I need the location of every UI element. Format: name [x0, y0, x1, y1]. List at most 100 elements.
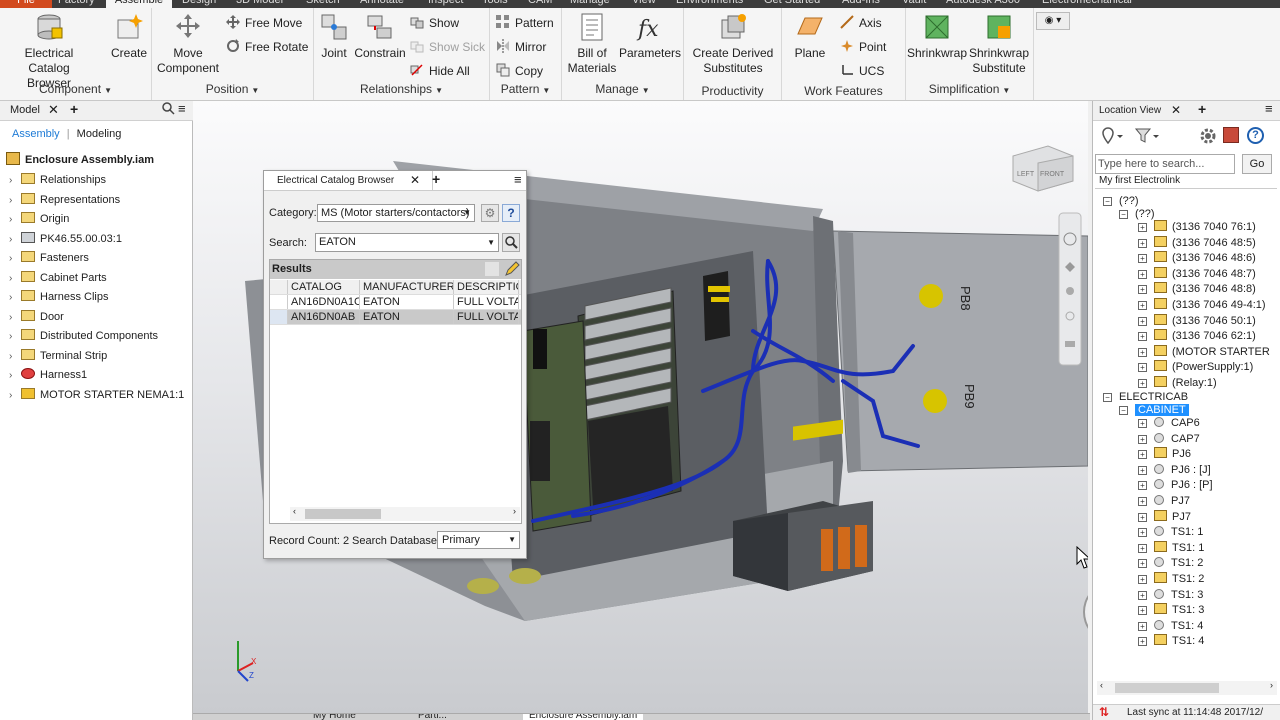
category-dropdown[interactable]: MS (Motor starters/contactors) ▼ [317, 204, 475, 222]
location-tree-item[interactable]: + TS1: 1 [1138, 540, 1204, 556]
create-component-button[interactable]: Create [108, 12, 150, 61]
model-tree-item[interactable]: › Harness Clips [0, 288, 108, 307]
electrical-catalog-browser-button[interactable]: Electrical Catalog Browser [6, 12, 92, 91]
panel-title-relationships[interactable]: Relationships ▼ [314, 81, 489, 99]
document-tab[interactable]: Enclosure Assembly.iam [523, 714, 644, 720]
ribbon-tab[interactable]: Electromechanical [1042, 0, 1132, 8]
viewcube[interactable]: LEFT FRONT [1012, 145, 1074, 192]
location-tree-item[interactable]: + CAP7 [1138, 432, 1200, 447]
search-database-select[interactable]: Primary ▼ [437, 531, 520, 549]
point-button[interactable]: Point [840, 39, 886, 55]
location-h-scrollbar[interactable]: ‹ › [1097, 680, 1277, 695]
close-icon[interactable]: ✕ [1171, 103, 1181, 117]
ribbon-tab[interactable]: View [632, 0, 656, 8]
column-header[interactable]: CATALOG [288, 280, 360, 294]
ribbon-tab[interactable]: Manage [570, 0, 610, 8]
pencil-icon[interactable] [504, 261, 520, 280]
expand-icon[interactable]: + [1138, 481, 1147, 491]
menu-icon[interactable]: ≡ [1265, 101, 1273, 116]
blank-icon[interactable] [485, 262, 499, 276]
location-pin-icon[interactable] [1101, 127, 1123, 148]
expand-icon[interactable]: + [1138, 419, 1147, 428]
table-row[interactable]: AN16DN0A1CEATONFULL VOLTAG [270, 295, 521, 310]
column-header[interactable]: DESCRIPTIO [454, 280, 519, 294]
close-icon[interactable]: ✕ [48, 102, 59, 118]
expand-icon[interactable]: › [9, 210, 17, 229]
subtab-assembly[interactable]: Assembly [12, 128, 60, 140]
location-tree-item[interactable]: + (Relay:1) [1138, 376, 1217, 391]
scroll-left-icon[interactable]: ‹ [293, 506, 296, 516]
scroll-thumb[interactable] [305, 509, 381, 519]
location-tree-item[interactable]: + (MOTOR STARTER [1138, 344, 1270, 360]
model-tree-item[interactable]: › Terminal Strip [0, 347, 107, 366]
expand-icon[interactable]: + [1138, 254, 1147, 264]
document-tab[interactable]: My Home [313, 714, 356, 720]
model-tree-item[interactable]: › Origin [0, 210, 69, 229]
joint-button[interactable]: Joint [316, 12, 352, 61]
ribbon-tab[interactable]: Factory [58, 0, 95, 8]
expand-icon[interactable]: › [9, 171, 17, 190]
expand-icon[interactable]: + [1138, 512, 1147, 522]
table-row[interactable]: AN16DN0ABEATONFULL VOLTAG [270, 310, 521, 325]
ribbon-tab[interactable]: Assemble [106, 0, 172, 8]
expand-icon[interactable]: + [1138, 528, 1147, 538]
scroll-right-icon[interactable]: › [513, 506, 516, 516]
location-tree-item[interactable]: + PJ7 [1138, 509, 1191, 525]
ribbon-tab[interactable]: Autodesk A360 [946, 0, 1020, 8]
ribbon-tab[interactable]: Sketch [306, 0, 340, 8]
zoom-icon[interactable] [1066, 287, 1074, 295]
expand-icon[interactable]: › [9, 366, 17, 385]
expand-icon[interactable]: + [1138, 379, 1147, 388]
shrinkwrap-substitute-button[interactable]: Shrinkwrap Substitute [966, 12, 1032, 76]
location-tree-item[interactable]: + TS1: 4 [1138, 634, 1204, 649]
copy-button[interactable]: Copy [496, 63, 543, 79]
subtab-modeling[interactable]: Modeling [77, 128, 122, 140]
collapse-icon[interactable]: − [1119, 406, 1128, 415]
show-button[interactable]: Show [410, 15, 459, 31]
view-face-icon[interactable] [1065, 341, 1075, 347]
location-tree-item[interactable]: + (3136 7046 48:8) [1138, 282, 1256, 297]
model-tree-item[interactable]: › Relationships [0, 171, 106, 190]
add-tab-icon[interactable]: + [70, 101, 78, 117]
ribbon-tab[interactable]: Add-Ins [842, 0, 880, 8]
ribbon-tab[interactable]: Tools [482, 0, 508, 8]
location-tree-item[interactable]: + PJ7 [1138, 494, 1190, 509]
row-selector[interactable] [270, 280, 288, 294]
expand-icon[interactable]: + [1138, 285, 1147, 295]
mirror-button[interactable]: Mirror [496, 39, 546, 55]
expand-icon[interactable]: › [9, 288, 17, 307]
bill-of-materials-button[interactable]: Bill of Materials [564, 12, 620, 76]
expand-icon[interactable]: + [1138, 590, 1147, 600]
model-tree-item[interactable]: › Harness1 [0, 366, 87, 385]
location-tree-item[interactable]: + PJ6 [1138, 447, 1191, 462]
free-move-button[interactable]: Free Move [226, 15, 302, 31]
ribbon-tab[interactable]: 3D Model [236, 0, 283, 8]
expand-icon[interactable]: + [1138, 637, 1147, 647]
scroll-right-icon[interactable]: › [1270, 680, 1273, 690]
expand-icon[interactable]: + [1138, 301, 1147, 310]
table-icon[interactable] [1223, 127, 1239, 143]
ribbon-tab[interactable]: Environments [676, 0, 743, 8]
panel-title-pattern[interactable]: Pattern ▼ [490, 81, 561, 99]
column-header[interactable]: MANUFACTURER [360, 280, 454, 294]
expand-icon[interactable]: + [1138, 543, 1147, 553]
model-tree-item[interactable]: › Representations [0, 191, 120, 210]
location-view-title[interactable]: Location View [1099, 105, 1161, 116]
ribbon-tab[interactable]: Get Started [764, 0, 820, 8]
model-tree-item[interactable]: › Door [0, 308, 64, 327]
location-search-input[interactable]: Type here to search... [1095, 154, 1235, 174]
model-tree-item[interactable]: › PK46.55.00.03:1 [0, 230, 122, 249]
expand-icon[interactable]: + [1138, 269, 1147, 279]
filter-icon[interactable] [1134, 127, 1159, 148]
location-tree-item[interactable]: + PJ6 : [J] [1138, 463, 1211, 478]
location-tree-item[interactable]: + TS1: 3 [1138, 603, 1204, 618]
model-tree-item[interactable]: › Distributed Components [0, 327, 158, 346]
expand-icon[interactable]: + [1138, 223, 1147, 232]
ribbon-tab[interactable]: Design [182, 0, 216, 8]
expand-icon[interactable]: + [1138, 332, 1147, 342]
help-icon[interactable]: ? [502, 204, 520, 222]
expand-icon[interactable]: › [9, 230, 17, 249]
expand-icon[interactable]: + [1138, 621, 1147, 631]
model-tree-item[interactable]: › MOTOR STARTER NEMA1:1 [0, 386, 184, 405]
expand-icon[interactable]: + [1138, 347, 1147, 357]
